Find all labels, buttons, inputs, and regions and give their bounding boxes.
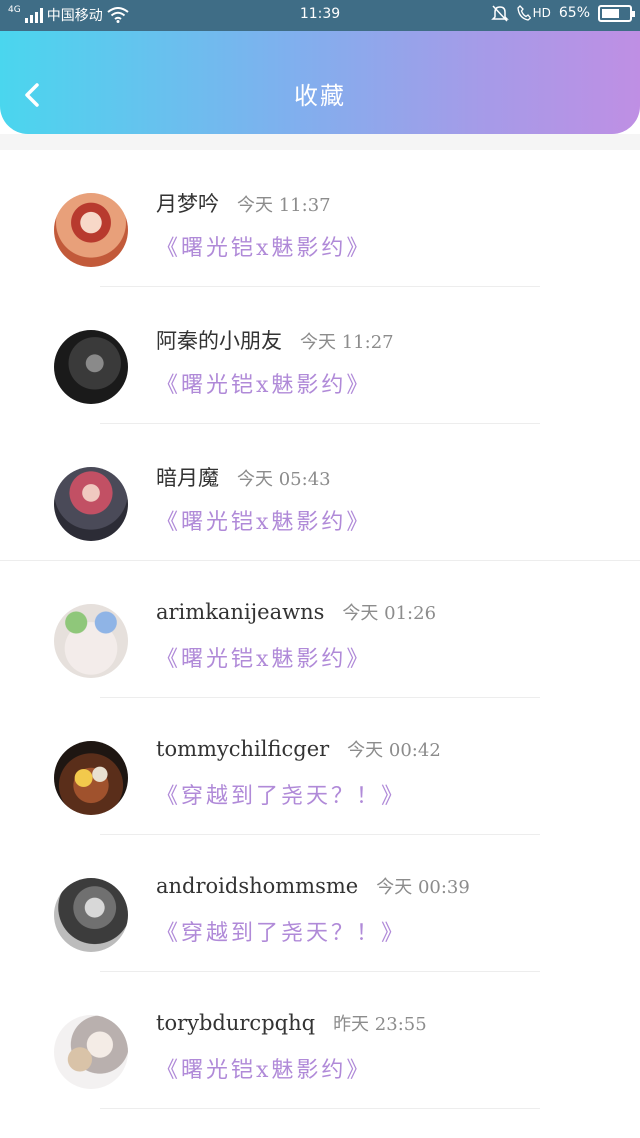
favorite-time: 今天 00:39 <box>376 877 470 898</box>
favorite-time: 今天 11:27 <box>300 332 394 353</box>
battery-icon <box>598 4 635 22</box>
book-title-link[interactable]: 《曙光铠x魅影约》 <box>156 641 371 673</box>
name-line: tommychilficger 今天 00:42 <box>156 736 441 762</box>
name-line: 阿秦的小朋友 今天 11:27 <box>156 325 394 355</box>
avatar[interactable] <box>54 741 128 815</box>
favorite-item[interactable]: 暗月魔 今天 05:43 《曙光铠x魅影约》 <box>0 424 640 561</box>
book-title-link[interactable]: 《曙光铠x魅影约》 <box>156 367 371 399</box>
page-title: 收藏 <box>294 82 346 110</box>
name-line: 月梦吟 今天 11:37 <box>156 188 331 218</box>
user-name: 暗月魔 <box>156 466 219 490</box>
favorite-item[interactable]: arimkanijeawns 今天 01:26 《曙光铠x魅影约》 <box>0 561 640 698</box>
book-title-link[interactable]: 《曙光铠x魅影约》 <box>156 504 371 536</box>
user-name: arimkanijeawns <box>156 600 325 624</box>
hd-call-indicator: HD <box>516 5 551 21</box>
favorite-item[interactable]: 月梦吟 今天 11:37 《曙光铠x魅影约》 <box>0 150 640 287</box>
avatar[interactable] <box>54 330 128 404</box>
user-name: torybdurcpqhq <box>156 1011 316 1035</box>
header: 4G 中国移动 11:39 HD 65% 收藏 <box>0 0 640 134</box>
bell-muted-icon <box>490 5 509 22</box>
favorite-item[interactable]: 阿秦的小朋友 今天 11:27 《曙光铠x魅影约》 <box>0 287 640 424</box>
name-line: 暗月魔 今天 05:43 <box>156 462 331 492</box>
user-name: 阿秦的小朋友 <box>156 329 282 353</box>
user-name: tommychilficger <box>156 737 330 761</box>
phone-icon <box>516 5 531 21</box>
book-title-link[interactable]: 《曙光铠x魅影约》 <box>156 230 371 262</box>
name-line: androidshommsme 今天 00:39 <box>156 873 470 899</box>
favorite-item[interactable]: tommychilficger 今天 00:42 《穿越到了尧天？！》 <box>0 698 640 835</box>
battery-tip <box>632 10 635 17</box>
favorite-time: 今天 01:26 <box>342 603 437 624</box>
battery-level-fill <box>602 8 619 18</box>
user-name: 月梦吟 <box>156 192 219 216</box>
favorite-time: 今天 05:43 <box>237 469 331 490</box>
status-bar-right: HD 65% <box>490 4 635 22</box>
avatar[interactable] <box>54 604 128 678</box>
hd-label: HD <box>532 6 551 20</box>
book-title-link[interactable]: 《穿越到了尧天？！》 <box>156 778 406 810</box>
name-line: torybdurcpqhq 昨天 23:55 <box>156 1010 427 1036</box>
favorite-time: 今天 00:42 <box>347 740 441 761</box>
book-title-link[interactable]: 《穿越到了尧天？！》 <box>156 915 406 947</box>
book-title-link[interactable]: 《曙光铠x魅影约》 <box>156 1052 371 1084</box>
favorite-time: 今天 11:37 <box>237 195 331 216</box>
favorite-item[interactable]: androidshommsme 今天 00:39 《穿越到了尧天？！》 <box>0 835 640 972</box>
avatar[interactable] <box>54 878 128 952</box>
divider <box>100 1108 540 1109</box>
avatar[interactable] <box>54 467 128 541</box>
favorites-list: 月梦吟 今天 11:37 《曙光铠x魅影约》 阿秦的小朋友 今天 11:27 《… <box>0 150 640 1109</box>
avatar[interactable] <box>54 1015 128 1089</box>
name-line: arimkanijeawns 今天 01:26 <box>156 599 436 625</box>
favorite-time: 昨天 23:55 <box>333 1014 427 1035</box>
user-name: androidshommsme <box>156 874 359 898</box>
avatar[interactable] <box>54 193 128 267</box>
favorite-item[interactable]: torybdurcpqhq 昨天 23:55 《曙光铠x魅影约》 <box>0 972 640 1109</box>
battery-percent: 65% <box>558 5 590 21</box>
header-spacer <box>0 134 640 150</box>
status-bar: 4G 中国移动 11:39 HD 65% <box>0 0 640 31</box>
